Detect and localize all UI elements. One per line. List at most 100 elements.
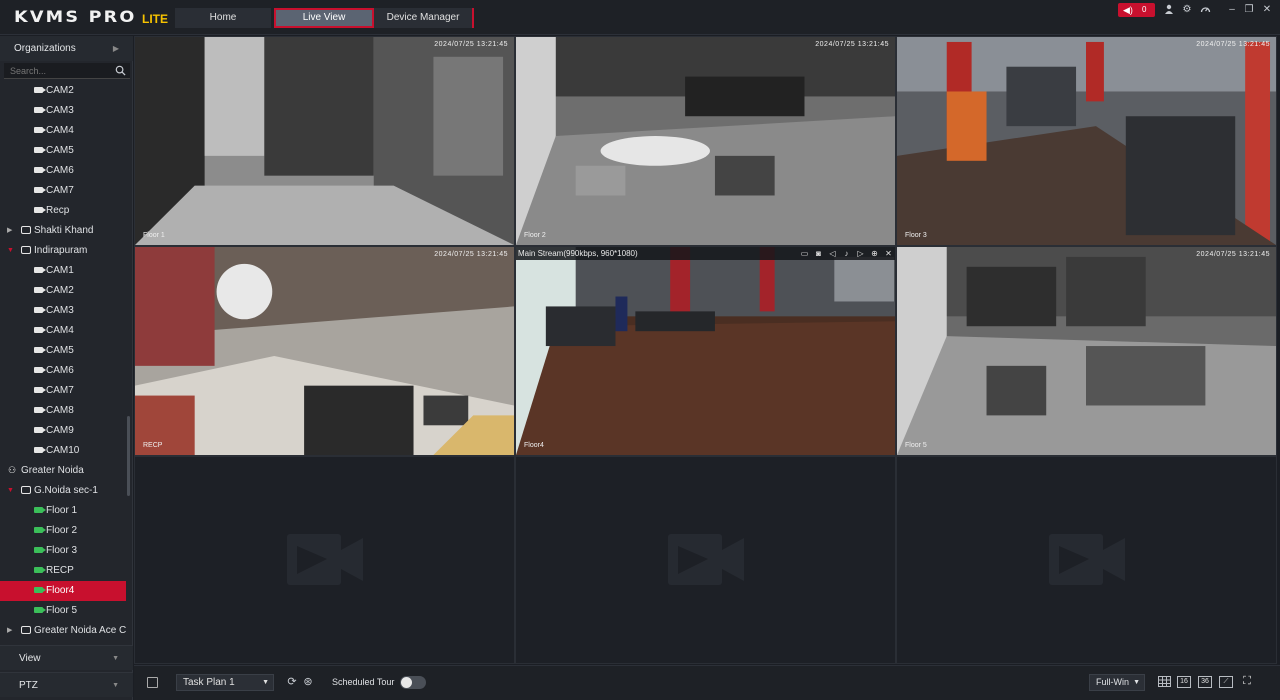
tree-item[interactable]: Floor 5 xyxy=(0,601,126,621)
view-section[interactable]: View ▼ xyxy=(0,645,133,670)
tree-item[interactable]: CAM10 xyxy=(0,441,126,461)
tree-item-label: Recp xyxy=(46,205,70,216)
fullscreen-icon[interactable]: ⛶ xyxy=(1240,676,1254,688)
user-icon[interactable] xyxy=(1163,4,1175,16)
playback-icon[interactable]: ▷ xyxy=(855,248,866,259)
tree-item[interactable]: ▼ G.Noida sec-1 xyxy=(0,481,126,501)
window-mode-select[interactable]: Full-Win ▼ xyxy=(1089,674,1145,691)
expand-down-icon[interactable]: ▼ xyxy=(7,481,14,501)
tree-item[interactable]: ▶ Greater Noida Ace City xyxy=(0,621,126,641)
tree-item-label: CAM9 xyxy=(46,425,74,436)
tree-item[interactable]: Floor 3 xyxy=(0,541,126,561)
tree-item[interactable]: CAM3 xyxy=(0,301,126,321)
record-icon[interactable]: ▭ xyxy=(799,248,810,259)
tree-item[interactable]: Floor 1 xyxy=(0,501,126,521)
video-cell[interactable]: 2024/07/25 13:21:45 Floor 2 xyxy=(515,36,896,246)
tree-item-label: Floor 5 xyxy=(46,605,78,616)
expand-right-icon[interactable]: ▶ xyxy=(7,621,12,641)
chevron-down-icon: ▼ xyxy=(112,682,119,689)
video-cell[interactable]: 2024/07/25 13:21:45 Floor 3 xyxy=(896,36,1277,246)
tree-item[interactable]: Recp xyxy=(0,201,126,221)
settings-gear-icon[interactable]: ⚙ xyxy=(1181,4,1193,16)
tree-item[interactable]: CAM9 xyxy=(0,421,126,441)
tree-item[interactable]: ▶ Shakti Khand xyxy=(0,221,126,241)
alarm-button[interactable]: ◀) 0 xyxy=(1118,3,1155,17)
camera-feed-image xyxy=(135,37,514,245)
expand-down-icon[interactable]: ▼ xyxy=(7,241,14,261)
tree-item-label: CAM3 xyxy=(46,105,74,116)
sidebar: Organizations ▶ CAM2 CAM3 CAM4 CAM5 CAM6 CAM7… xyxy=(0,36,133,700)
tree-item-label: CAM5 xyxy=(46,345,74,356)
task-plan-select[interactable]: Task Plan 1 ▼ xyxy=(176,674,274,691)
video-cell[interactable]: Main Stream(990kbps, 960*1080) ▭ ◙ ◁ ♪ ▷ ⊕ ✕ Flo… xyxy=(515,246,896,456)
camera-icon xyxy=(34,407,46,414)
ptz-section[interactable]: PTZ ▼ xyxy=(0,672,133,697)
camera-icon xyxy=(34,607,46,614)
grid-layout-icon[interactable] xyxy=(1157,676,1171,688)
tab-device-manager[interactable]: Device Manager xyxy=(374,8,474,28)
tree-item[interactable]: CAM2 xyxy=(0,281,126,301)
close-icon[interactable]: ✕ xyxy=(883,248,894,259)
tab-home[interactable]: Home xyxy=(175,8,271,28)
tree-item[interactable]: CAM2 xyxy=(0,81,126,101)
empty-video-cell[interactable] xyxy=(134,456,515,664)
tree-item[interactable]: CAM1 xyxy=(0,261,126,281)
layout-16-button[interactable]: 16 xyxy=(1177,676,1191,688)
camera-feed-image xyxy=(516,37,895,245)
tree-item[interactable]: ⚇ Greater Noida xyxy=(0,461,126,481)
save-view-icon[interactable] xyxy=(147,677,158,688)
minimize-icon[interactable]: – xyxy=(1226,4,1238,16)
tree-item[interactable]: ▼ Indirapuram xyxy=(0,241,126,261)
video-cell[interactable]: 2024/07/25 13:21:45 Floor 1 xyxy=(134,36,515,246)
snapshot-icon[interactable]: ◙ xyxy=(813,248,824,259)
zoom-icon[interactable]: ⊕ xyxy=(869,248,880,259)
tree-item[interactable]: CAM5 xyxy=(0,141,126,161)
talk-icon[interactable]: ♪ xyxy=(841,248,852,259)
video-cell[interactable]: 2024/07/25 13:21:45 Floor 5 xyxy=(896,246,1277,456)
empty-video-cell[interactable] xyxy=(515,456,896,664)
chevron-down-icon: ▼ xyxy=(112,655,119,662)
tree-item[interactable]: CAM6 xyxy=(0,361,126,381)
device-group-icon xyxy=(21,486,31,495)
camera-icon xyxy=(34,287,46,294)
tree-item[interactable]: RECP xyxy=(0,561,126,581)
video-cell[interactable]: 2024/07/25 13:21:45 RECP xyxy=(134,246,515,456)
scheduled-tour-toggle[interactable] xyxy=(400,676,426,689)
tree-item[interactable]: CAM8 xyxy=(0,401,126,421)
window-mode-value: Full-Win xyxy=(1096,677,1129,687)
tree-item[interactable]: Floor 2 xyxy=(0,521,126,541)
tree-item[interactable]: CAM4 xyxy=(0,321,126,341)
tree-item-label: Greater Noida Ace City xyxy=(34,625,126,636)
chevron-right-icon: ▶ xyxy=(112,44,119,53)
custom-layout-icon[interactable]: ⟋ xyxy=(1219,676,1233,688)
refresh-icon[interactable]: ⟳ xyxy=(286,676,298,688)
layout-36-button[interactable]: 36 xyxy=(1198,676,1212,688)
audio-icon[interactable]: ◁ xyxy=(827,248,838,259)
tree-item[interactable]: CAM6 xyxy=(0,161,126,181)
tree-item[interactable]: CAM4 xyxy=(0,121,126,141)
tree-item-label: CAM6 xyxy=(46,165,74,176)
dropdown-arrow-icon: ▼ xyxy=(262,679,269,686)
restore-icon[interactable]: ❐ xyxy=(1243,4,1255,16)
speaker-icon: ◀) xyxy=(1123,5,1133,15)
sequence-icon[interactable]: ⊛ xyxy=(302,676,314,688)
dashboard-icon[interactable] xyxy=(1199,4,1211,16)
osd-timestamp: 2024/07/25 13:21:45 xyxy=(434,41,508,48)
empty-video-cell[interactable] xyxy=(896,456,1277,664)
expand-right-icon[interactable]: ▶ xyxy=(7,221,12,241)
tree-item[interactable]: CAM3 xyxy=(0,101,126,121)
organizations-label: Organizations xyxy=(14,43,76,54)
tab-live-view[interactable]: Live View xyxy=(274,8,374,28)
device-group-icon xyxy=(21,246,31,255)
video-placeholder-icon xyxy=(1047,532,1127,587)
organizations-header[interactable]: Organizations ▶ xyxy=(0,36,133,61)
tree-item[interactable]: Floor4 xyxy=(0,581,126,601)
tree-scrollbar[interactable] xyxy=(127,416,130,496)
tree-item[interactable]: CAM7 xyxy=(0,381,126,401)
tree-item[interactable]: CAM7 xyxy=(0,181,126,201)
search-input[interactable] xyxy=(10,65,110,77)
search-icon[interactable] xyxy=(115,65,126,76)
tree-item[interactable]: CAM5 xyxy=(0,341,126,361)
camera-icon xyxy=(34,507,46,514)
close-icon[interactable]: ✕ xyxy=(1261,4,1273,16)
